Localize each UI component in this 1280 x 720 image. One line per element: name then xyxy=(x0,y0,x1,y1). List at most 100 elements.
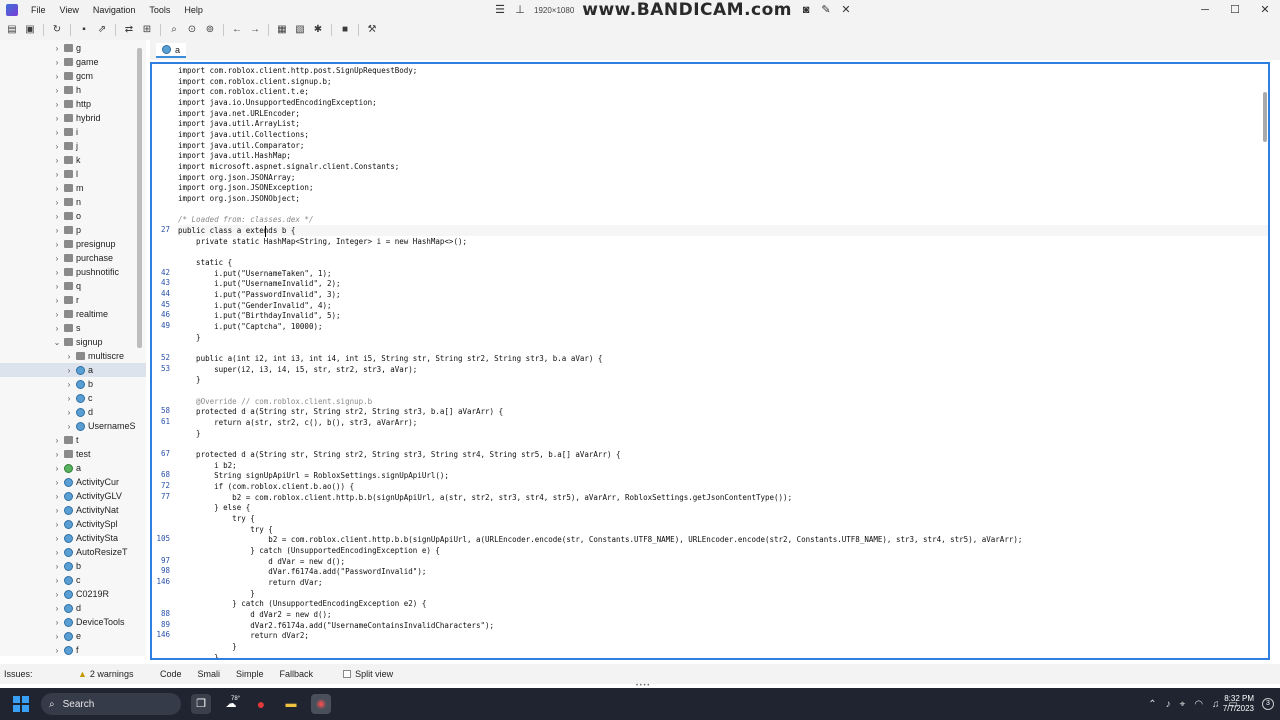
chevron-right-icon[interactable]: › xyxy=(52,184,62,193)
chevron-up-icon[interactable]: ⌃ xyxy=(1148,699,1156,710)
chevron-right-icon[interactable]: › xyxy=(52,464,62,473)
chevron-right-icon[interactable]: › xyxy=(64,352,74,361)
taskbar-search[interactable]: ⌕ Search xyxy=(41,693,181,715)
chevron-right-icon[interactable]: › xyxy=(52,282,62,291)
chevron-right-icon[interactable]: › xyxy=(64,408,74,417)
tree-item[interactable]: › realtime xyxy=(0,307,140,321)
tab-fallback[interactable]: Fallback xyxy=(272,669,322,679)
chevron-right-icon[interactable]: › xyxy=(52,562,62,571)
notification-badge[interactable]: 3 xyxy=(1262,698,1274,710)
tree-item[interactable]: › pushnotific xyxy=(0,265,140,279)
chevron-right-icon[interactable]: › xyxy=(64,366,74,375)
tree-item[interactable]: › j xyxy=(0,139,140,153)
chevron-right-icon[interactable]: › xyxy=(52,646,62,655)
tree-item[interactable]: ⌄ signup xyxy=(0,335,140,349)
chevron-right-icon[interactable]: › xyxy=(52,100,62,109)
tree-item[interactable]: › purchase xyxy=(0,251,140,265)
chevron-right-icon[interactable]: › xyxy=(52,142,62,151)
chevron-right-icon[interactable]: › xyxy=(52,534,62,543)
chevron-right-icon[interactable]: › xyxy=(52,240,62,249)
minimize-button[interactable]: ─ xyxy=(1190,0,1220,20)
close-icon[interactable]: ✕ xyxy=(840,4,852,16)
task-view-icon[interactable]: ❐ xyxy=(191,694,211,714)
forward-icon[interactable]: → xyxy=(247,22,263,38)
weather-icon[interactable]: ☁ 78° xyxy=(221,694,241,714)
tree-item[interactable]: › m xyxy=(0,181,140,195)
tree-item-selected[interactable]: › a xyxy=(0,363,146,377)
chevron-right-icon[interactable]: › xyxy=(52,212,62,221)
log-icon[interactable]: ▧ xyxy=(292,22,308,38)
wifi-icon[interactable]: ◠ xyxy=(1194,699,1203,710)
chevron-down-icon[interactable]: ⌄ xyxy=(52,338,62,347)
flatten-packages-icon[interactable]: ⊞ xyxy=(139,22,155,38)
chevron-right-icon[interactable]: › xyxy=(52,492,62,501)
tree-item[interactable]: › ActivityCur xyxy=(0,475,140,489)
stop-icon[interactable]: ■ xyxy=(337,22,353,38)
volume-icon[interactable]: ♫ xyxy=(1212,699,1220,710)
chevron-right-icon[interactable]: › xyxy=(52,590,62,599)
debug-icon[interactable]: ✱ xyxy=(310,22,326,38)
tree-item[interactable]: › s xyxy=(0,321,140,335)
chevron-right-icon[interactable]: › xyxy=(52,478,62,487)
tree-item[interactable]: › ActivitySta xyxy=(0,531,140,545)
chevron-right-icon[interactable]: › xyxy=(52,296,62,305)
tree-item[interactable]: › UsernameS xyxy=(0,419,140,433)
tree-item[interactable]: › h xyxy=(0,83,140,97)
tree-item[interactable]: › d xyxy=(0,405,140,419)
tree-item[interactable]: › a xyxy=(0,461,140,475)
split-view-checkbox[interactable] xyxy=(343,670,352,678)
tree-item[interactable]: › d xyxy=(0,601,140,615)
tree-item[interactable]: › l xyxy=(0,167,140,181)
tree-item[interactable]: › gcm xyxy=(0,69,140,83)
taskbar-clock[interactable]: 8:32 PM 7/7/2023 xyxy=(1223,694,1254,714)
chevron-right-icon[interactable]: › xyxy=(52,226,62,235)
find-usage-icon[interactable]: ⊚ xyxy=(202,22,218,38)
chevron-right-icon[interactable]: › xyxy=(52,58,62,67)
chevron-right-icon[interactable]: › xyxy=(52,576,62,585)
camera-icon[interactable]: ◙ xyxy=(800,4,812,16)
warnings-indicator[interactable]: ▲ 2 warnings xyxy=(78,669,152,679)
tree-item[interactable]: › t xyxy=(0,433,140,447)
open-project-icon[interactable]: ▣ xyxy=(22,22,38,38)
chevron-right-icon[interactable]: › xyxy=(52,604,62,613)
tree-item[interactable]: › f xyxy=(0,643,140,656)
menu-view[interactable]: View xyxy=(53,5,86,15)
tree-item[interactable]: › r xyxy=(0,293,140,307)
tree-item[interactable]: › b xyxy=(0,377,140,391)
tree-item[interactable]: › q xyxy=(0,279,140,293)
location-icon[interactable]: ⌖ xyxy=(1180,699,1186,710)
chevron-right-icon[interactable]: › xyxy=(52,44,62,53)
hamburger-icon[interactable]: ☰ xyxy=(494,4,506,16)
chevron-right-icon[interactable]: › xyxy=(52,520,62,529)
tree-item[interactable]: › g xyxy=(0,41,140,55)
tree-item[interactable]: › AutoResizeT xyxy=(0,545,140,559)
windows-start-icon[interactable] xyxy=(13,696,29,712)
tree-item[interactable]: › ActivitySpl xyxy=(0,517,140,531)
tab-class-a[interactable]: a xyxy=(156,43,187,58)
chevron-right-icon[interactable]: › xyxy=(52,506,62,515)
pin-icon[interactable]: ⊥ xyxy=(514,4,526,16)
search-icon[interactable]: ⌕ xyxy=(166,22,182,38)
file-explorer-icon[interactable]: ▬ xyxy=(281,694,301,714)
menu-tools[interactable]: Tools xyxy=(142,5,177,15)
deobfuscate-icon[interactable]: ▦ xyxy=(274,22,290,38)
tree-item[interactable]: › multiscre xyxy=(0,349,140,363)
split-view-toggle[interactable]: Split view xyxy=(343,669,393,679)
tree-item[interactable]: › test xyxy=(0,447,140,461)
tree-item[interactable]: › c xyxy=(0,391,140,405)
reload-icon[interactable]: ↻ xyxy=(49,22,65,38)
tree-item[interactable]: › e xyxy=(0,629,140,643)
microphone-icon[interactable]: ♪ xyxy=(1166,699,1171,710)
tree-item[interactable]: › C0219R xyxy=(0,587,140,601)
project-tree[interactable]: › g › game › gcm › h › http › hybrid › i › j › k … xyxy=(0,40,146,656)
chevron-right-icon[interactable]: › xyxy=(52,128,62,137)
tree-item[interactable]: › DeviceTools xyxy=(0,615,140,629)
chevron-right-icon[interactable]: › xyxy=(52,436,62,445)
chevron-right-icon[interactable]: › xyxy=(52,618,62,627)
menu-navigation[interactable]: Navigation xyxy=(86,5,143,15)
search-class-icon[interactable]: ⊙ xyxy=(184,22,200,38)
tree-item[interactable]: › presignup xyxy=(0,237,140,251)
chevron-right-icon[interactable]: › xyxy=(52,198,62,207)
tab-code[interactable]: Code xyxy=(152,669,190,679)
chevron-right-icon[interactable]: › xyxy=(52,86,62,95)
